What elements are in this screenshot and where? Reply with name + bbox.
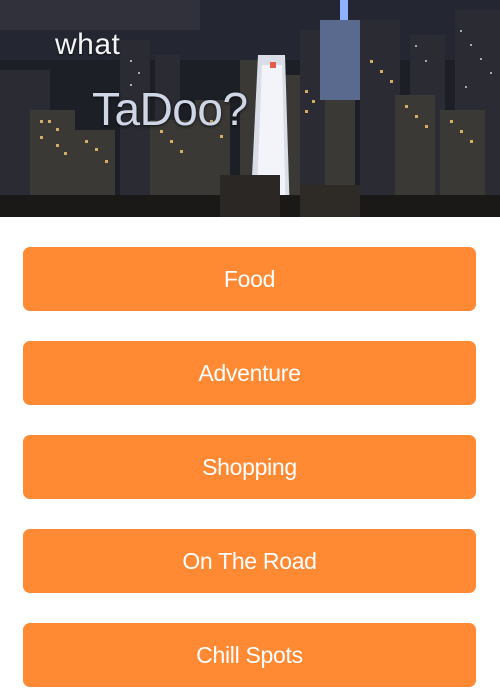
- category-menu: Food Adventure Shopping On The Road Chil…: [23, 247, 476, 700]
- shopping-button[interactable]: Shopping: [23, 435, 476, 499]
- adventure-button[interactable]: Adventure: [23, 341, 476, 405]
- logo-word-tadoo: TaDoo?: [92, 83, 248, 135]
- app-screen: what TaDoo? Food Adventure Shopping On T…: [0, 0, 500, 700]
- food-button[interactable]: Food: [23, 247, 476, 311]
- chill-spots-button[interactable]: Chill Spots: [23, 623, 476, 687]
- header-banner-image: what TaDoo?: [0, 0, 500, 217]
- on-the-road-button[interactable]: On The Road: [23, 529, 476, 593]
- logo-word-what: what: [55, 28, 121, 61]
